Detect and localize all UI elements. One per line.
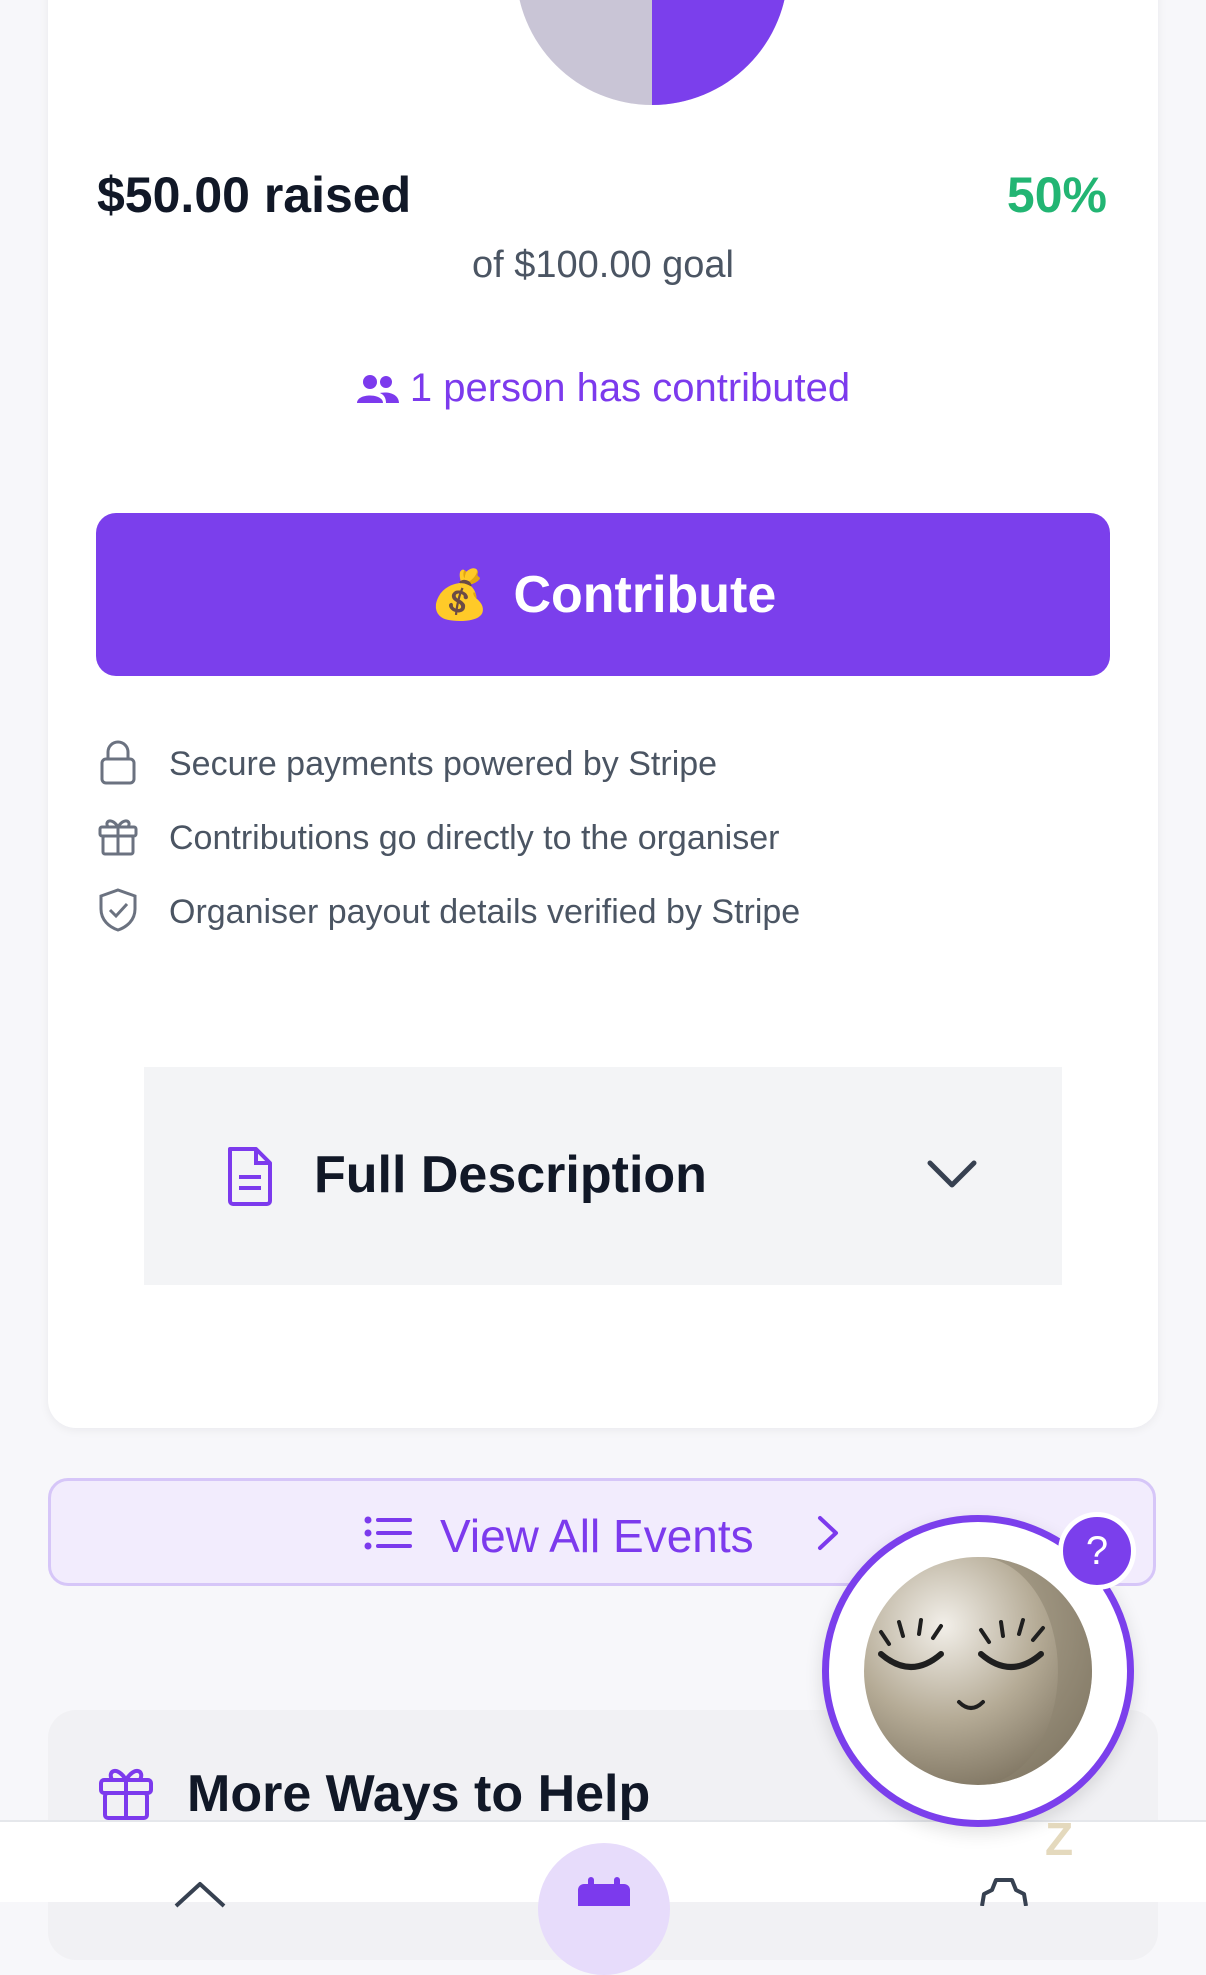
contributors-link[interactable]: 1 person has contributed [0,366,1206,411]
users-icon [356,375,399,403]
contribute-label: Contribute [513,565,777,624]
help-badge[interactable]: ? [1058,1512,1136,1590]
sleep-indicator: Z [1045,1813,1074,1865]
trust-label: Secure payments powered by Stripe [169,745,718,783]
gear-icon[interactable] [974,1876,1034,1906]
progress-percent: 50% [1006,167,1107,223]
gift-icon [99,1769,153,1820]
calendar-icon [578,1877,630,1906]
tab-events[interactable] [538,1843,670,1975]
chevron-right-icon [818,1516,838,1550]
more-ways-title: More Ways to Help [187,1765,651,1823]
trust-label: Organiser payout details verified by Str… [169,893,801,931]
shield-check-icon [99,888,137,932]
list-icon [364,1516,412,1550]
view-all-events-label: View All Events [440,1510,754,1562]
contribute-button[interactable]: 💰 Contribute [96,513,1110,676]
progress-pie-chart [519,0,785,105]
amount-raised: $50.00 raised [97,167,412,223]
full-description-accordion[interactable]: Full Description [144,1067,1062,1285]
home-icon[interactable] [172,1878,228,1908]
pie-raised-slice [652,0,785,105]
money-bag-icon: 💰 [429,569,490,622]
lock-icon [100,740,136,785]
chevron-down-icon [927,1160,977,1188]
sleeping-moon-icon [864,1557,1092,1785]
full-description-title: Full Description [314,1146,707,1204]
goal-amount: of $100.00 goal [471,244,734,286]
document-icon [228,1147,272,1206]
trust-label: Contributions go directly to the organis… [169,819,780,857]
gift-icon [98,819,138,856]
contributors-label: 1 person has contributed [409,366,851,410]
